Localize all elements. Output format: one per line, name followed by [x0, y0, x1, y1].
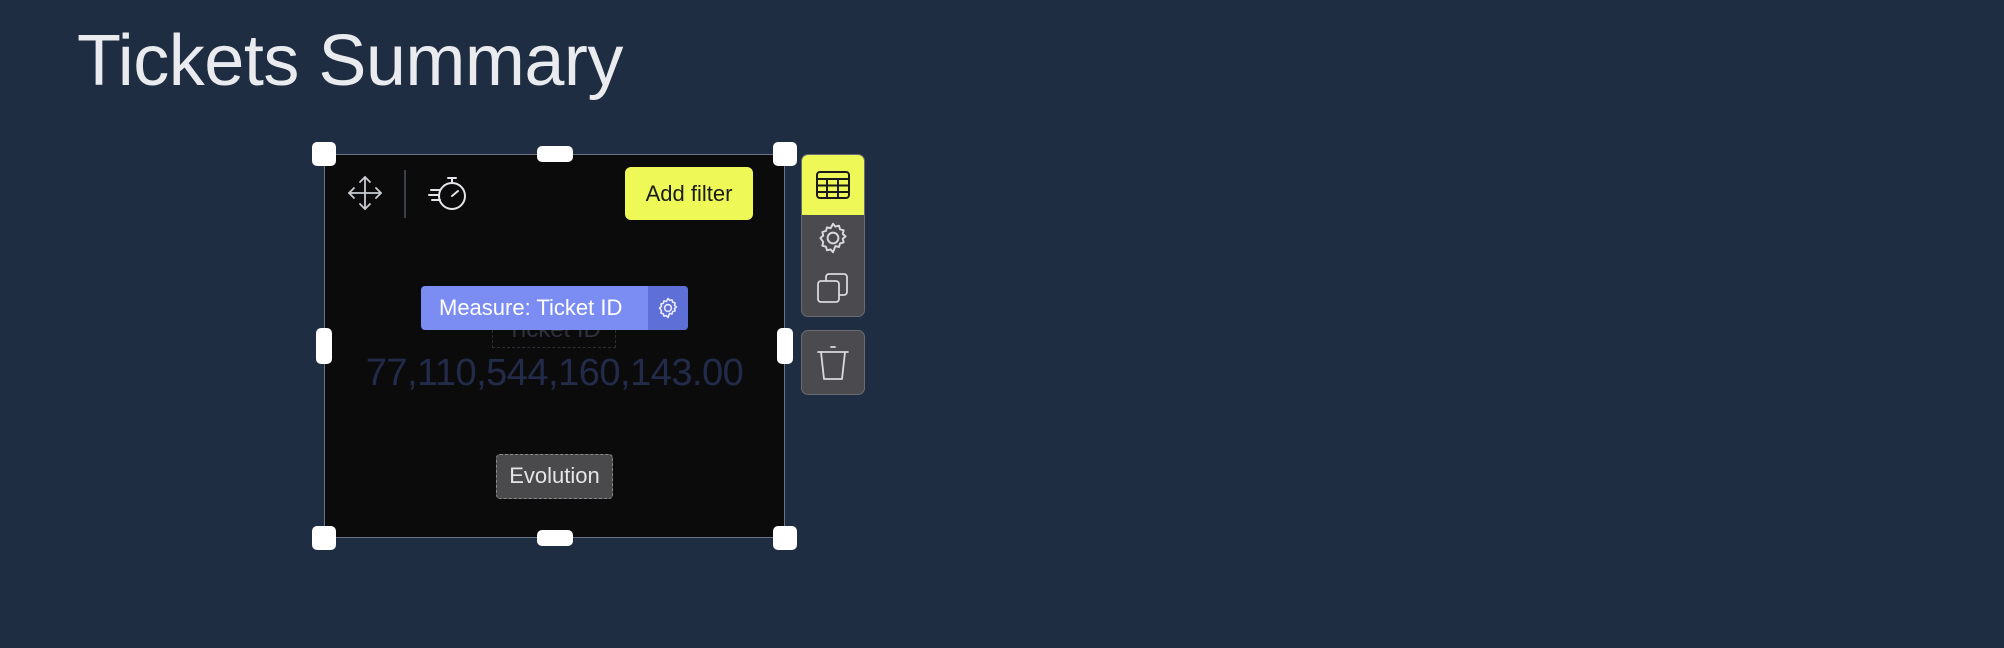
table-view-button[interactable]: [802, 155, 864, 215]
resize-handle-top-right[interactable]: [773, 142, 797, 166]
duplicate-button[interactable]: [802, 261, 864, 315]
resize-handle-bottom-left[interactable]: [312, 526, 336, 550]
resize-handle-top-left[interactable]: [312, 142, 336, 166]
move-arrows-icon[interactable]: [346, 174, 384, 212]
page-title: Tickets Summary: [77, 21, 623, 101]
resize-handle-top[interactable]: [537, 146, 573, 162]
widget-settings-button[interactable]: [802, 215, 864, 261]
resize-handle-bottom-right[interactable]: [773, 526, 797, 550]
table-icon: [816, 171, 850, 199]
duplicate-icon: [817, 273, 848, 303]
add-filter-button[interactable]: Add filter: [625, 167, 753, 220]
measure-settings-button[interactable]: [648, 286, 688, 330]
gear-icon: [658, 297, 678, 319]
toolbar-divider: [404, 170, 406, 218]
evolution-button[interactable]: Evolution: [496, 454, 613, 499]
resize-handle-bottom[interactable]: [537, 530, 573, 546]
trash-icon: [817, 345, 849, 380]
measure-label: Measure: Ticket ID: [439, 295, 623, 320]
gear-icon: [819, 222, 847, 254]
dashboard-canvas: Tickets Summary Add filter Measure: Tick…: [0, 0, 2004, 648]
delete-widget-button[interactable]: [801, 330, 865, 395]
kpi-value: 77,110,544,160,143.00: [365, 352, 744, 394]
widget-side-panel: [801, 154, 865, 317]
measure-pill[interactable]: Measure: Ticket ID: [421, 286, 688, 330]
stopwatch-icon[interactable]: [428, 172, 470, 214]
